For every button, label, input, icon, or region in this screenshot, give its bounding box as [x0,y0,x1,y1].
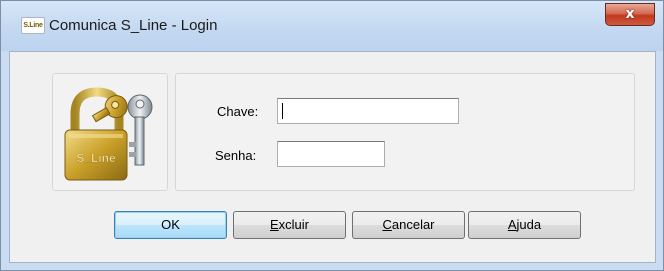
ok-button-label: OK [161,217,180,232]
ajuda-button[interactable]: Ajuda [468,211,581,239]
chave-label: Chave: [217,104,259,119]
text-caret [282,103,283,119]
dialog-client-area: S_Line Chave: Senha: OK Excluir Cancelar… [9,51,656,263]
close-icon: x [625,6,635,22]
app-logo-icon: S.Line [21,17,45,34]
lock-label: S_Line [76,151,116,165]
close-button[interactable]: x [605,3,655,26]
login-window: S.Line Comunica S_Line - Login x S_Line … [0,0,664,271]
cancelar-button-label: ancelar [391,217,435,232]
ajuda-button-label: juda [516,217,542,232]
excluir-mnemonic: E [269,217,279,232]
excluir-button[interactable]: Excluir [233,211,346,239]
credentials-panel: Chave: Senha: [175,73,635,191]
cancelar-mnemonic: C [382,217,392,232]
icon-panel: S_Line [52,73,168,191]
senha-input[interactable] [277,141,385,167]
cancelar-button[interactable]: Cancelar [352,211,465,239]
ok-button[interactable]: OK [114,211,227,239]
senha-label: Senha: [215,148,257,163]
title-bar[interactable]: S.Line Comunica S_Line - Login x [1,1,663,51]
excluir-button-label: xcluir [278,217,309,232]
chave-input[interactable] [277,98,459,124]
lock-and-keys-icon: S_Line [64,87,153,181]
ajuda-mnemonic: A [507,217,517,232]
window-title: Comunica S_Line - Login [49,17,218,34]
